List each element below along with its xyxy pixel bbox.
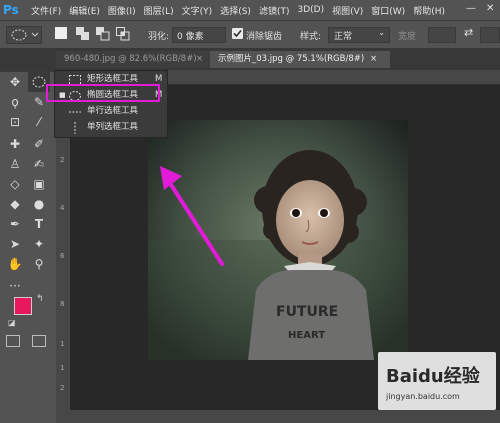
- ruler-mark: 2: [60, 384, 65, 392]
- ruler-mark: 1: [60, 340, 65, 348]
- menu-help[interactable]: 帮助(H): [413, 4, 445, 17]
- checkmark-icon: [233, 29, 242, 38]
- shirt-text-heart: HEART: [288, 330, 325, 341]
- style-select[interactable]: 正常 ⌄: [328, 27, 390, 43]
- default-colors-icon[interactable]: ◪: [8, 318, 16, 327]
- quick-mask-icon[interactable]: [6, 335, 20, 347]
- close-icon[interactable]: ×: [370, 51, 377, 68]
- brush-tool-icon[interactable]: ✐: [28, 134, 50, 154]
- screen-mode-icon[interactable]: [32, 335, 46, 347]
- lasso-tool-icon[interactable]: ϙ: [4, 92, 26, 112]
- swap-dimensions-icon[interactable]: ⇄: [464, 26, 473, 39]
- tool-preset-picker[interactable]: [6, 26, 42, 44]
- photoshop-logo: Ps: [3, 3, 19, 17]
- width-label: 宽度: [398, 32, 417, 42]
- height-input[interactable]: [480, 27, 500, 43]
- flyout-label: 单行选框工具: [87, 106, 139, 116]
- tab-label: 示例图片_03.jpg @ 75.1%(RGB/8#): [218, 54, 365, 64]
- single-row-icon: [69, 111, 81, 113]
- swap-colors-icon[interactable]: ↰: [36, 294, 44, 304]
- ellipse-marquee-icon: [11, 29, 39, 41]
- zoom-tool-icon[interactable]: ⚲: [28, 254, 50, 274]
- foreground-color-swatch[interactable]: [14, 297, 32, 315]
- style-label: 样式:: [300, 32, 322, 42]
- antialias-checkbox[interactable]: [232, 28, 243, 39]
- antialias-label: 消除锯齿: [246, 32, 283, 42]
- tools-panel: ✥ ϙ ✎ ⊡ ⁄ ✚ ✐ ♙ ✍ ◇ ▣ ◆ ● ✒ T ➤ ✦ ✋ ⚲ ··…: [0, 70, 56, 423]
- healing-brush-tool-icon[interactable]: ✚: [4, 134, 26, 154]
- crop-tool-icon[interactable]: ⊡: [4, 112, 26, 132]
- flyout-item-single-row[interactable]: 单行选框工具: [55, 104, 167, 119]
- tab-label: 960-480.jpg @ 82.6%(RGB/8#): [64, 54, 197, 64]
- chevron-down-icon: ⌄: [378, 28, 385, 37]
- history-brush-tool-icon[interactable]: ✍: [28, 154, 50, 174]
- options-bar: 羽化: 0 像素 消除锯齿 样式: 正常 ⌄ 宽度 ⇄: [0, 20, 500, 49]
- ruler-mark: 2: [60, 156, 65, 164]
- new-selection-icon[interactable]: [55, 27, 67, 39]
- menu-view[interactable]: 视图(V): [332, 4, 363, 17]
- menu-image[interactable]: 图像(I): [108, 4, 136, 17]
- feather-value: 0 像素: [177, 32, 204, 42]
- ruler-mark: 4: [60, 204, 65, 212]
- menu-window[interactable]: 窗口(W): [371, 4, 405, 17]
- tab-example-image[interactable]: 示例图片_03.jpg @ 75.1%(RGB/8#) ×: [210, 51, 390, 68]
- blur-tool-icon[interactable]: ◆: [4, 194, 26, 214]
- menu-file[interactable]: 文件(F): [31, 4, 61, 17]
- ruler-mark: 8: [60, 300, 65, 308]
- width-input[interactable]: [428, 27, 456, 43]
- dodge-tool-icon[interactable]: ●: [28, 194, 50, 214]
- intersect-selection-icon[interactable]: [116, 27, 130, 41]
- hand-tool-icon[interactable]: ✋: [4, 254, 26, 274]
- watermark-url: jingyan.baidu.com: [386, 392, 460, 401]
- feather-label: 羽化:: [148, 32, 170, 42]
- gradient-tool-icon[interactable]: ▣: [28, 174, 50, 194]
- single-col-icon: [74, 122, 76, 134]
- pen-tool-icon[interactable]: ✒: [4, 214, 26, 234]
- subtract-selection-icon[interactable]: [96, 27, 110, 41]
- style-value: 正常: [334, 32, 353, 42]
- add-selection-icon[interactable]: [76, 27, 89, 40]
- shirt-text-future: FUTURE: [276, 304, 338, 320]
- eraser-tool-icon[interactable]: ◇: [4, 174, 26, 194]
- feather-input[interactable]: 0 像素: [172, 27, 226, 43]
- tab-960-480[interactable]: 960-480.jpg @ 82.6%(RGB/8#) ×: [56, 51, 214, 68]
- document-tab-bar: 960-480.jpg @ 82.6%(RGB/8#) × 示例图片_03.jp…: [0, 48, 500, 70]
- ruler-mark: 1: [60, 364, 65, 372]
- menu-edit[interactable]: 编辑(E): [69, 4, 100, 17]
- status-bar: [56, 410, 500, 423]
- close-icon[interactable]: ×: [196, 51, 203, 68]
- clone-stamp-tool-icon[interactable]: ♙: [4, 154, 26, 174]
- menu-filter[interactable]: 滤镜(T): [259, 4, 290, 17]
- flyout-label: 单列选框工具: [87, 122, 139, 132]
- menu-layer[interactable]: 图层(L): [144, 4, 174, 17]
- menu-select[interactable]: 选择(S): [220, 4, 251, 17]
- menu-type[interactable]: 文字(Y): [182, 4, 213, 17]
- close-window-button[interactable]: ✕: [486, 3, 494, 14]
- minimize-button[interactable]: —: [466, 3, 476, 14]
- menu-bar: Ps 文件(F) 编辑(E) 图像(I) 图层(L) 文字(Y) 选择(S) 滤…: [0, 0, 500, 20]
- eyedropper-tool-icon[interactable]: ⁄: [28, 112, 50, 132]
- watermark-brand: Baidu经验: [386, 366, 480, 387]
- type-tool-icon[interactable]: T: [28, 214, 50, 234]
- more-tools-icon[interactable]: ···: [4, 276, 26, 296]
- custom-shape-tool-icon[interactable]: ✦: [28, 234, 50, 254]
- ruler-mark: 6: [60, 252, 65, 260]
- annotation-highlight-box: [46, 84, 160, 102]
- move-tool-icon[interactable]: ✥: [4, 72, 26, 92]
- path-selection-tool-icon[interactable]: ➤: [4, 234, 26, 254]
- baidu-watermark: Baidu经验 jingyan.baidu.com: [378, 352, 496, 410]
- marquee-tools-flyout: 矩形选框工具 M ■ 椭圆选框工具 M 单行选框工具 单列选框工具: [54, 70, 168, 138]
- menu-3d[interactable]: 3D(D): [297, 5, 324, 15]
- flyout-item-single-col[interactable]: 单列选框工具: [55, 120, 167, 135]
- annotation-arrow: [160, 166, 224, 266]
